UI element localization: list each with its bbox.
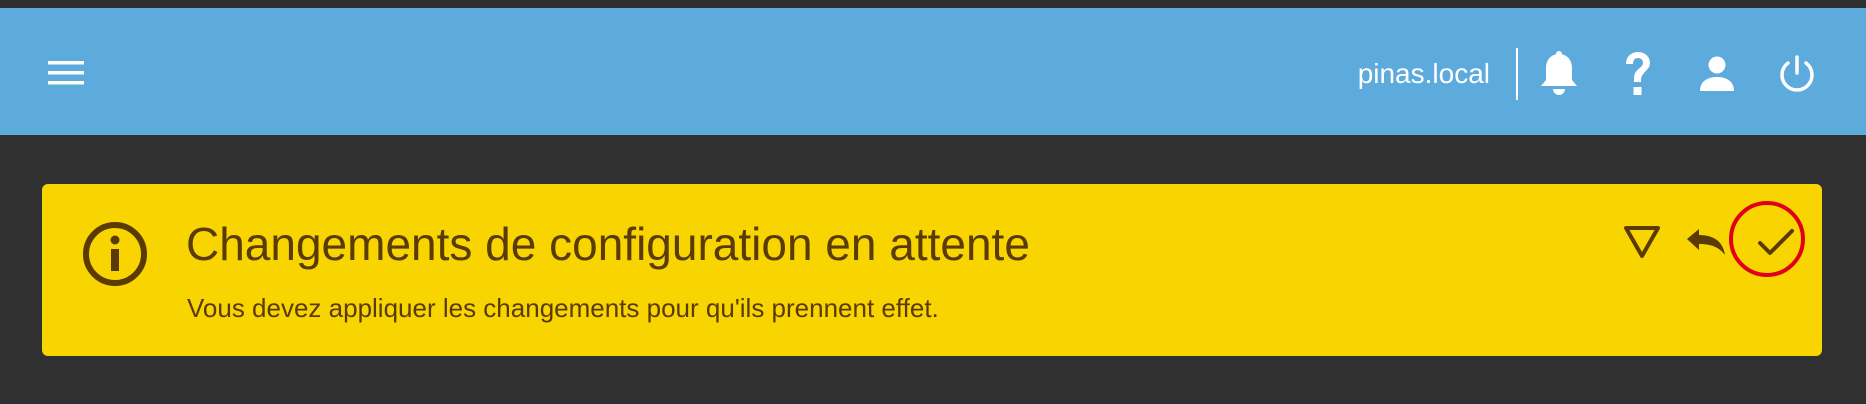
apply-button[interactable] — [1741, 207, 1811, 277]
power-icon — [1780, 55, 1814, 92]
menu-icon — [48, 61, 84, 85]
user-button[interactable] — [1691, 48, 1743, 100]
bell-icon — [1541, 51, 1577, 95]
banner-title: Changements de configuration en attente — [186, 218, 1030, 270]
undo-icon — [1687, 229, 1725, 255]
user-icon — [1700, 56, 1734, 91]
window-top-strip — [0, 0, 1866, 8]
help-icon — [1626, 52, 1650, 95]
menu-button[interactable] — [36, 48, 96, 98]
toolbar-divider — [1516, 48, 1518, 100]
power-button[interactable] — [1771, 48, 1823, 100]
help-button[interactable] — [1612, 48, 1664, 100]
triangle-down-icon — [1624, 226, 1660, 258]
info-circle-icon — [83, 222, 147, 286]
check-icon — [1758, 229, 1794, 255]
notifications-button[interactable] — [1533, 48, 1585, 100]
hostname-label: pinas.local — [1357, 58, 1490, 89]
undo-button[interactable] — [1678, 214, 1734, 270]
pending-changes-banner: Changements de configuration en attente … — [42, 184, 1822, 356]
collapse-button[interactable] — [1614, 214, 1670, 270]
top-toolbar: pinas.local — [0, 8, 1866, 135]
banner-subtitle: Vous devez appliquer les changements pou… — [187, 293, 939, 323]
